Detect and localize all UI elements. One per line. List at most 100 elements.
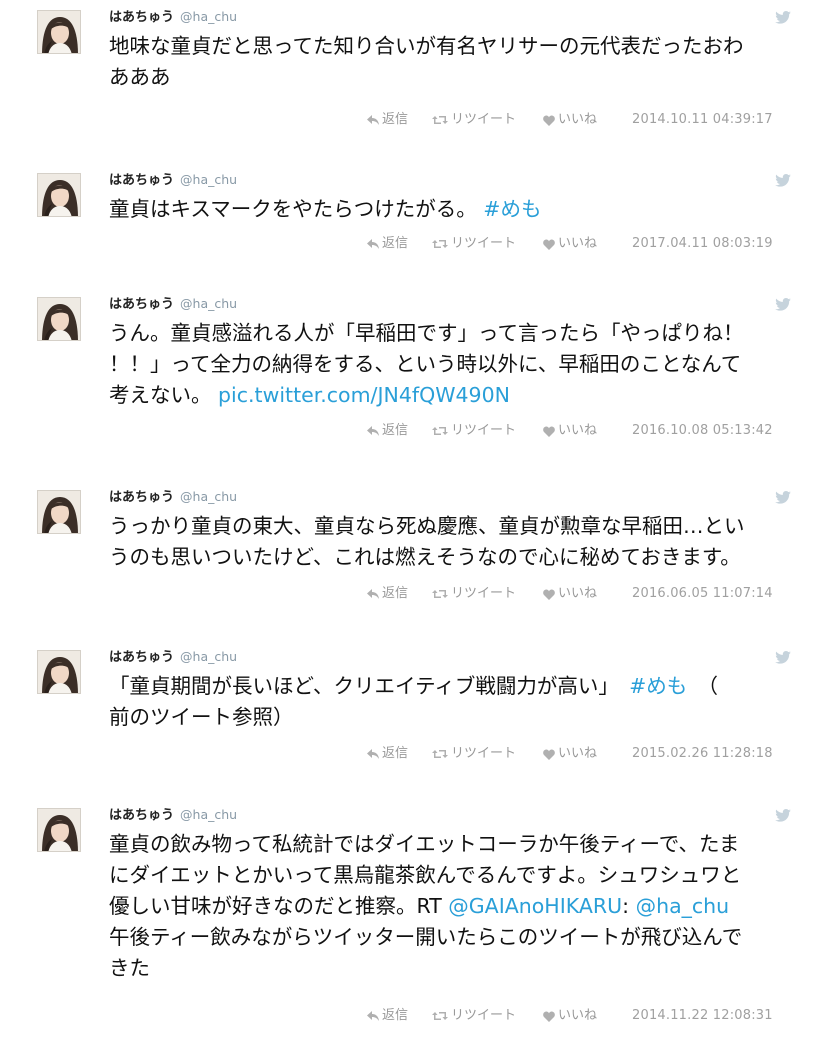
- avatar[interactable]: [37, 297, 81, 341]
- display-name[interactable]: はあちゅう: [109, 297, 174, 312]
- media-link[interactable]: pic.twitter.com/JN4fQW490N: [218, 383, 510, 407]
- like-button[interactable]: いいね: [543, 423, 597, 439]
- avatar[interactable]: [37, 490, 81, 534]
- tweet-author[interactable]: はあちゅう @ha_chu: [109, 488, 237, 507]
- tweet-text-line: にダイエットとかいって黒烏龍茶飲んでるんですよ。シュワシュワと: [109, 860, 799, 891]
- retweet-icon: [432, 750, 448, 758]
- tweet-text-segment: 地味な童貞だと思ってた知り合いが有名ヤリサーの元代表だったおわ: [109, 34, 744, 58]
- tweet-text-segment: うっかり童貞の東大、童貞なら死ぬ慶應、童貞が勲章な早稲田…とい: [109, 514, 745, 538]
- twitter-bird-icon[interactable]: [775, 11, 791, 24]
- twitter-bird-icon[interactable]: [775, 809, 791, 822]
- retweet-button[interactable]: リツイート: [432, 586, 516, 602]
- tweet-timestamp[interactable]: 2017.04.11 08:03:19: [632, 236, 773, 252]
- tweet-author[interactable]: はあちゅう @ha_chu: [109, 648, 237, 667]
- screen-name[interactable]: @ha_chu: [180, 9, 237, 24]
- like-button[interactable]: いいね: [543, 746, 597, 762]
- tweet-text-segment: あああ: [109, 65, 171, 89]
- like-button[interactable]: いいね: [543, 586, 597, 602]
- hashtag-link[interactable]: #めも: [483, 197, 541, 221]
- retweet-icon: [432, 427, 448, 435]
- display-name[interactable]: はあちゅう: [109, 173, 174, 188]
- heart-icon: [543, 1011, 555, 1022]
- tweet-text-segment: （: [687, 674, 719, 698]
- retweet-button[interactable]: リツイート: [432, 236, 516, 252]
- retweet-button[interactable]: リツイート: [432, 423, 516, 439]
- reply-button[interactable]: 返信: [367, 586, 408, 602]
- tweet-text-segment: 午後ティー飲みながらツイッター開いたらこのツイートが飛び込んで: [109, 925, 743, 949]
- retweet-label: リツイート: [451, 746, 517, 761]
- retweet-label: リツイート: [451, 112, 517, 127]
- tweet-text: 地味な童貞だと思ってた知り合いが有名ヤリサーの元代表だったおわ あああ: [109, 31, 799, 93]
- avatar-photo-icon: [38, 298, 80, 340]
- display-name[interactable]: はあちゅう: [109, 490, 174, 505]
- tweet-author[interactable]: はあちゅう @ha_chu: [109, 171, 237, 190]
- tweet-author[interactable]: はあちゅう @ha_chu: [109, 295, 237, 314]
- retweet-icon: [432, 240, 448, 248]
- avatar[interactable]: [37, 173, 81, 217]
- tweet-text-segment: うのも思いついたけど、これは燃えそうなので心に秘めておきます。: [109, 545, 741, 569]
- reply-label: 返信: [382, 586, 409, 601]
- screen-name[interactable]: @ha_chu: [180, 172, 237, 187]
- retweet-button[interactable]: リツイート: [432, 1008, 516, 1024]
- screen-name[interactable]: @ha_chu: [180, 489, 237, 504]
- tweet-timestamp[interactable]: 2014.10.11 04:39:17: [632, 112, 773, 128]
- tweet-timestamp[interactable]: 2015.02.26 11:28:18: [632, 746, 773, 762]
- like-label: いいね: [558, 236, 598, 251]
- reply-button[interactable]: 返信: [367, 236, 408, 252]
- hashtag-link[interactable]: #めも: [629, 674, 687, 698]
- retweet-button[interactable]: リツイート: [432, 112, 516, 128]
- display-name[interactable]: はあちゅう: [109, 10, 174, 25]
- reply-icon: [367, 1011, 379, 1021]
- display-name[interactable]: はあちゅう: [109, 650, 174, 665]
- retweet-icon: [432, 1012, 448, 1020]
- twitter-bird-icon[interactable]: [775, 491, 791, 504]
- screen-name[interactable]: @ha_chu: [180, 296, 237, 311]
- reply-icon: [367, 426, 379, 436]
- like-button[interactable]: いいね: [543, 112, 597, 128]
- avatar[interactable]: [37, 10, 81, 54]
- mention-link[interactable]: @ha_chu: [636, 894, 730, 918]
- twitter-bird-icon[interactable]: [775, 174, 791, 187]
- like-button[interactable]: いいね: [543, 1008, 597, 1024]
- avatar-photo-icon: [38, 491, 80, 533]
- twitter-bird-icon[interactable]: [775, 298, 791, 311]
- avatar-photo-icon: [38, 11, 80, 53]
- tweet-author[interactable]: はあちゅう @ha_chu: [109, 8, 237, 27]
- twitter-bird-icon[interactable]: [775, 651, 791, 664]
- tweet-timestamp[interactable]: 2016.06.05 11:07:14: [632, 586, 773, 602]
- reply-icon: [367, 589, 379, 599]
- tweet-text-line: 童貞はキスマークをやたらつけたがる。 #めも: [109, 194, 799, 225]
- screen-name[interactable]: @ha_chu: [180, 649, 237, 664]
- reply-button[interactable]: 返信: [367, 423, 408, 439]
- reply-button[interactable]: 返信: [367, 112, 408, 128]
- like-button[interactable]: いいね: [543, 236, 597, 252]
- tweet-text: うっかり童貞の東大、童貞なら死ぬ慶應、童貞が勲章な早稲田…とい うのも思いついたけ…: [109, 511, 799, 573]
- tweet-timestamp[interactable]: 2016.10.08 05:13:42: [632, 423, 773, 439]
- tweet-text-line: 午後ティー飲みながらツイッター開いたらこのツイートが飛び込んで: [109, 922, 799, 953]
- mention-link[interactable]: @GAIAnoHIKARU: [448, 894, 622, 918]
- avatar[interactable]: [37, 650, 81, 694]
- tweet-text-line: うん。童貞感溢れる人が「早稲田です」って言ったら「やっぱりね！: [109, 318, 799, 349]
- tweet-timestamp[interactable]: 2014.11.22 12:08:31: [632, 1008, 773, 1024]
- tweet-author[interactable]: はあちゅう @ha_chu: [109, 806, 237, 825]
- heart-icon: [543, 115, 555, 126]
- reply-icon: [367, 115, 379, 125]
- reply-label: 返信: [382, 112, 409, 127]
- tweet-text-line: 童貞の飲み物って私統計ではダイエットコーラか午後ティーで、たま: [109, 829, 799, 860]
- tweet-text-line: 前のツイート参照）: [109, 702, 799, 733]
- reply-button[interactable]: 返信: [367, 1008, 408, 1024]
- like-label: いいね: [558, 112, 598, 127]
- tweet-text-segment: 「童貞期間が長いほど、クリエイティブ戦闘力が高い」: [109, 674, 630, 698]
- tweet-text-line: ！！」って全力の納得をする、という時以外に、早稲田のことなんて: [109, 349, 799, 380]
- avatar-photo-icon: [38, 174, 80, 216]
- screen-name[interactable]: @ha_chu: [180, 807, 237, 822]
- retweet-icon: [432, 116, 448, 124]
- reply-button[interactable]: 返信: [367, 746, 408, 762]
- display-name[interactable]: はあちゅう: [109, 808, 174, 823]
- avatar[interactable]: [37, 808, 81, 852]
- tweet-text-segment: :: [622, 894, 636, 918]
- retweet-button[interactable]: リツイート: [432, 746, 516, 762]
- reply-label: 返信: [382, 746, 409, 761]
- reply-label: 返信: [382, 1008, 409, 1023]
- reply-icon: [367, 239, 379, 249]
